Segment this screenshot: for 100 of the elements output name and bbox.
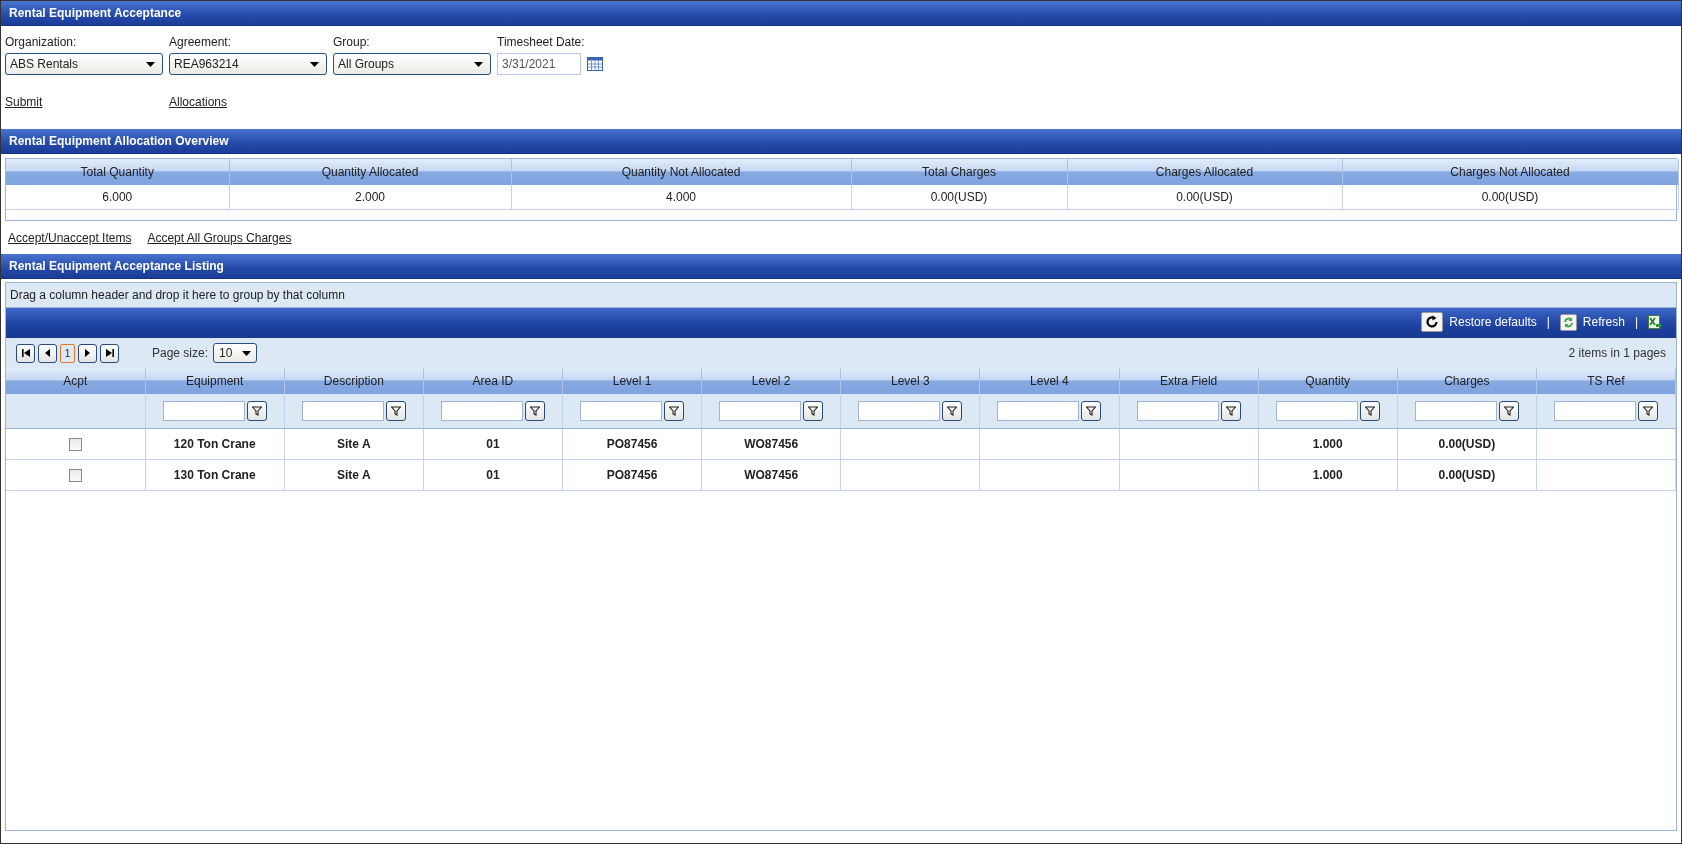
filter-button[interactable] — [1637, 401, 1658, 421]
filter-button[interactable] — [246, 401, 267, 421]
column-header[interactable]: Level 1 — [562, 368, 702, 394]
filter-icon[interactable] — [1225, 406, 1236, 416]
filter-field[interactable] — [1136, 401, 1219, 421]
column-header: Quantity Not Allocated — [511, 159, 851, 185]
column-header: Quantity Allocated — [229, 159, 511, 185]
dropdown[interactable]: REA963214 — [169, 53, 327, 75]
date-field[interactable]: 3/31/2021 — [497, 53, 581, 75]
column-header[interactable]: Level 4 — [979, 368, 1119, 394]
column-header: Total Quantity — [6, 159, 229, 185]
filter-button[interactable] — [942, 401, 963, 421]
last-page-icon[interactable] — [105, 349, 114, 357]
toolbar-button[interactable]: Restore defaults — [1449, 315, 1537, 329]
toolbar-separator: | — [1546, 315, 1550, 329]
filter-icon[interactable] — [251, 406, 262, 416]
table-cell: 2.000 — [229, 185, 511, 210]
filter-icon[interactable] — [808, 406, 819, 416]
first-page-button[interactable] — [16, 343, 35, 363]
caret-icon — [146, 61, 155, 67]
table-cell: 1.000 — [1312, 437, 1343, 451]
table-cell: 120 Ton Crane — [173, 437, 256, 451]
checkbox[interactable] — [68, 469, 82, 483]
filter-field[interactable] — [162, 401, 245, 421]
filter-button[interactable] — [1359, 401, 1380, 421]
spreadsheet-export-icon[interactable] — [1648, 314, 1662, 330]
table-cell: WO87456 — [744, 437, 799, 451]
next-page-button[interactable] — [78, 343, 97, 363]
table-cell: 0.00(USD) — [851, 185, 1067, 210]
column-header: Total Charges — [851, 159, 1067, 185]
filter-field[interactable] — [1275, 401, 1358, 421]
filter-field[interactable] — [440, 401, 523, 421]
filter-button[interactable] — [1498, 401, 1519, 421]
filter-icon[interactable] — [1364, 406, 1375, 416]
calendar-icon[interactable] — [587, 57, 603, 71]
filter-field[interactable] — [997, 401, 1080, 421]
column-header[interactable]: Quantity — [1258, 368, 1398, 394]
filter-field[interactable] — [580, 401, 663, 421]
filter-button[interactable] — [664, 401, 685, 421]
column-header[interactable]: Area ID — [423, 368, 563, 394]
column-header[interactable]: Extra Field — [1119, 368, 1259, 394]
section-header-bar: Rental Equipment Allocation Overview — [1, 129, 1681, 154]
filter-icon[interactable] — [529, 406, 540, 416]
restore-icon[interactable] — [1421, 312, 1444, 332]
table-cell: 0.00(USD) — [1342, 185, 1678, 210]
dropdown[interactable]: All Groups — [333, 53, 491, 75]
page-size-dropdown[interactable]: 10 — [213, 343, 258, 363]
filter-field[interactable] — [301, 401, 384, 421]
column-header[interactable]: Acpt — [6, 368, 146, 394]
caret-icon — [310, 61, 319, 67]
column-header[interactable]: Level 2 — [701, 368, 841, 394]
filter-button[interactable] — [1220, 401, 1241, 421]
filter-icon[interactable] — [947, 406, 958, 416]
first-page-icon[interactable] — [21, 349, 30, 357]
column-header[interactable]: Level 3 — [840, 368, 980, 394]
filter-button[interactable] — [803, 401, 824, 421]
table-cell: 1.000 — [1312, 468, 1343, 482]
field-label: Agreement: — [169, 35, 233, 49]
filter-icon[interactable] — [669, 406, 680, 416]
action-link[interactable]: Submit — [5, 95, 43, 109]
next-page-icon[interactable] — [85, 349, 90, 357]
group-drop-hint: Drag a column header and drop it here to group by that column — [6, 283, 1676, 308]
action-link[interactable]: Allocations — [169, 95, 228, 109]
page-size-label: Page size: — [152, 346, 209, 360]
filter-field[interactable] — [1553, 401, 1636, 421]
column-header[interactable]: Description — [284, 368, 424, 394]
table-cell: 130 Ton Crane — [173, 468, 256, 482]
page-title-bar: Rental Equipment Acceptance — [1, 1, 1681, 26]
table-cell: 0.00(USD) — [1438, 468, 1496, 482]
section-header-bar: Rental Equipment Acceptance Listing — [1, 254, 1681, 279]
filter-icon[interactable] — [1503, 406, 1514, 416]
field-label: Timesheet Date: — [497, 35, 586, 49]
item-count: 2 items in 1 pages — [1568, 346, 1666, 360]
filter-button[interactable] — [385, 401, 406, 421]
last-page-button[interactable] — [100, 343, 119, 363]
refresh-icon[interactable] — [1559, 313, 1577, 331]
filter-field[interactable] — [1414, 401, 1497, 421]
field-label: Group: — [333, 35, 371, 49]
column-header[interactable]: Charges — [1397, 368, 1537, 394]
filter-icon[interactable] — [1642, 406, 1653, 416]
filter-field[interactable] — [858, 401, 941, 421]
column-header[interactable]: TS Ref — [1536, 368, 1676, 394]
table-cell: 01 — [486, 468, 500, 482]
filter-icon[interactable] — [390, 406, 401, 416]
filter-button[interactable] — [524, 401, 545, 421]
toolbar-button[interactable]: Refresh — [1582, 315, 1625, 329]
previous-page-icon[interactable] — [45, 349, 50, 357]
filter-button[interactable] — [1081, 401, 1102, 421]
action-link[interactable]: Accept/Unaccept Items — [8, 231, 132, 245]
table-cell: 0.00(USD) — [1067, 185, 1342, 210]
action-link[interactable]: Accept All Groups Charges — [147, 231, 292, 245]
filter-icon[interactable] — [1086, 406, 1097, 416]
previous-page-button[interactable] — [38, 343, 57, 363]
filter-field[interactable] — [719, 401, 802, 421]
toolbar-separator: | — [1634, 315, 1638, 329]
dropdown[interactable]: ABS Rentals — [5, 53, 163, 75]
page-number[interactable]: 1 — [60, 343, 75, 363]
column-header: Charges Not Allocated — [1342, 159, 1678, 185]
checkbox[interactable] — [68, 438, 82, 452]
column-header[interactable]: Equipment — [145, 368, 285, 394]
